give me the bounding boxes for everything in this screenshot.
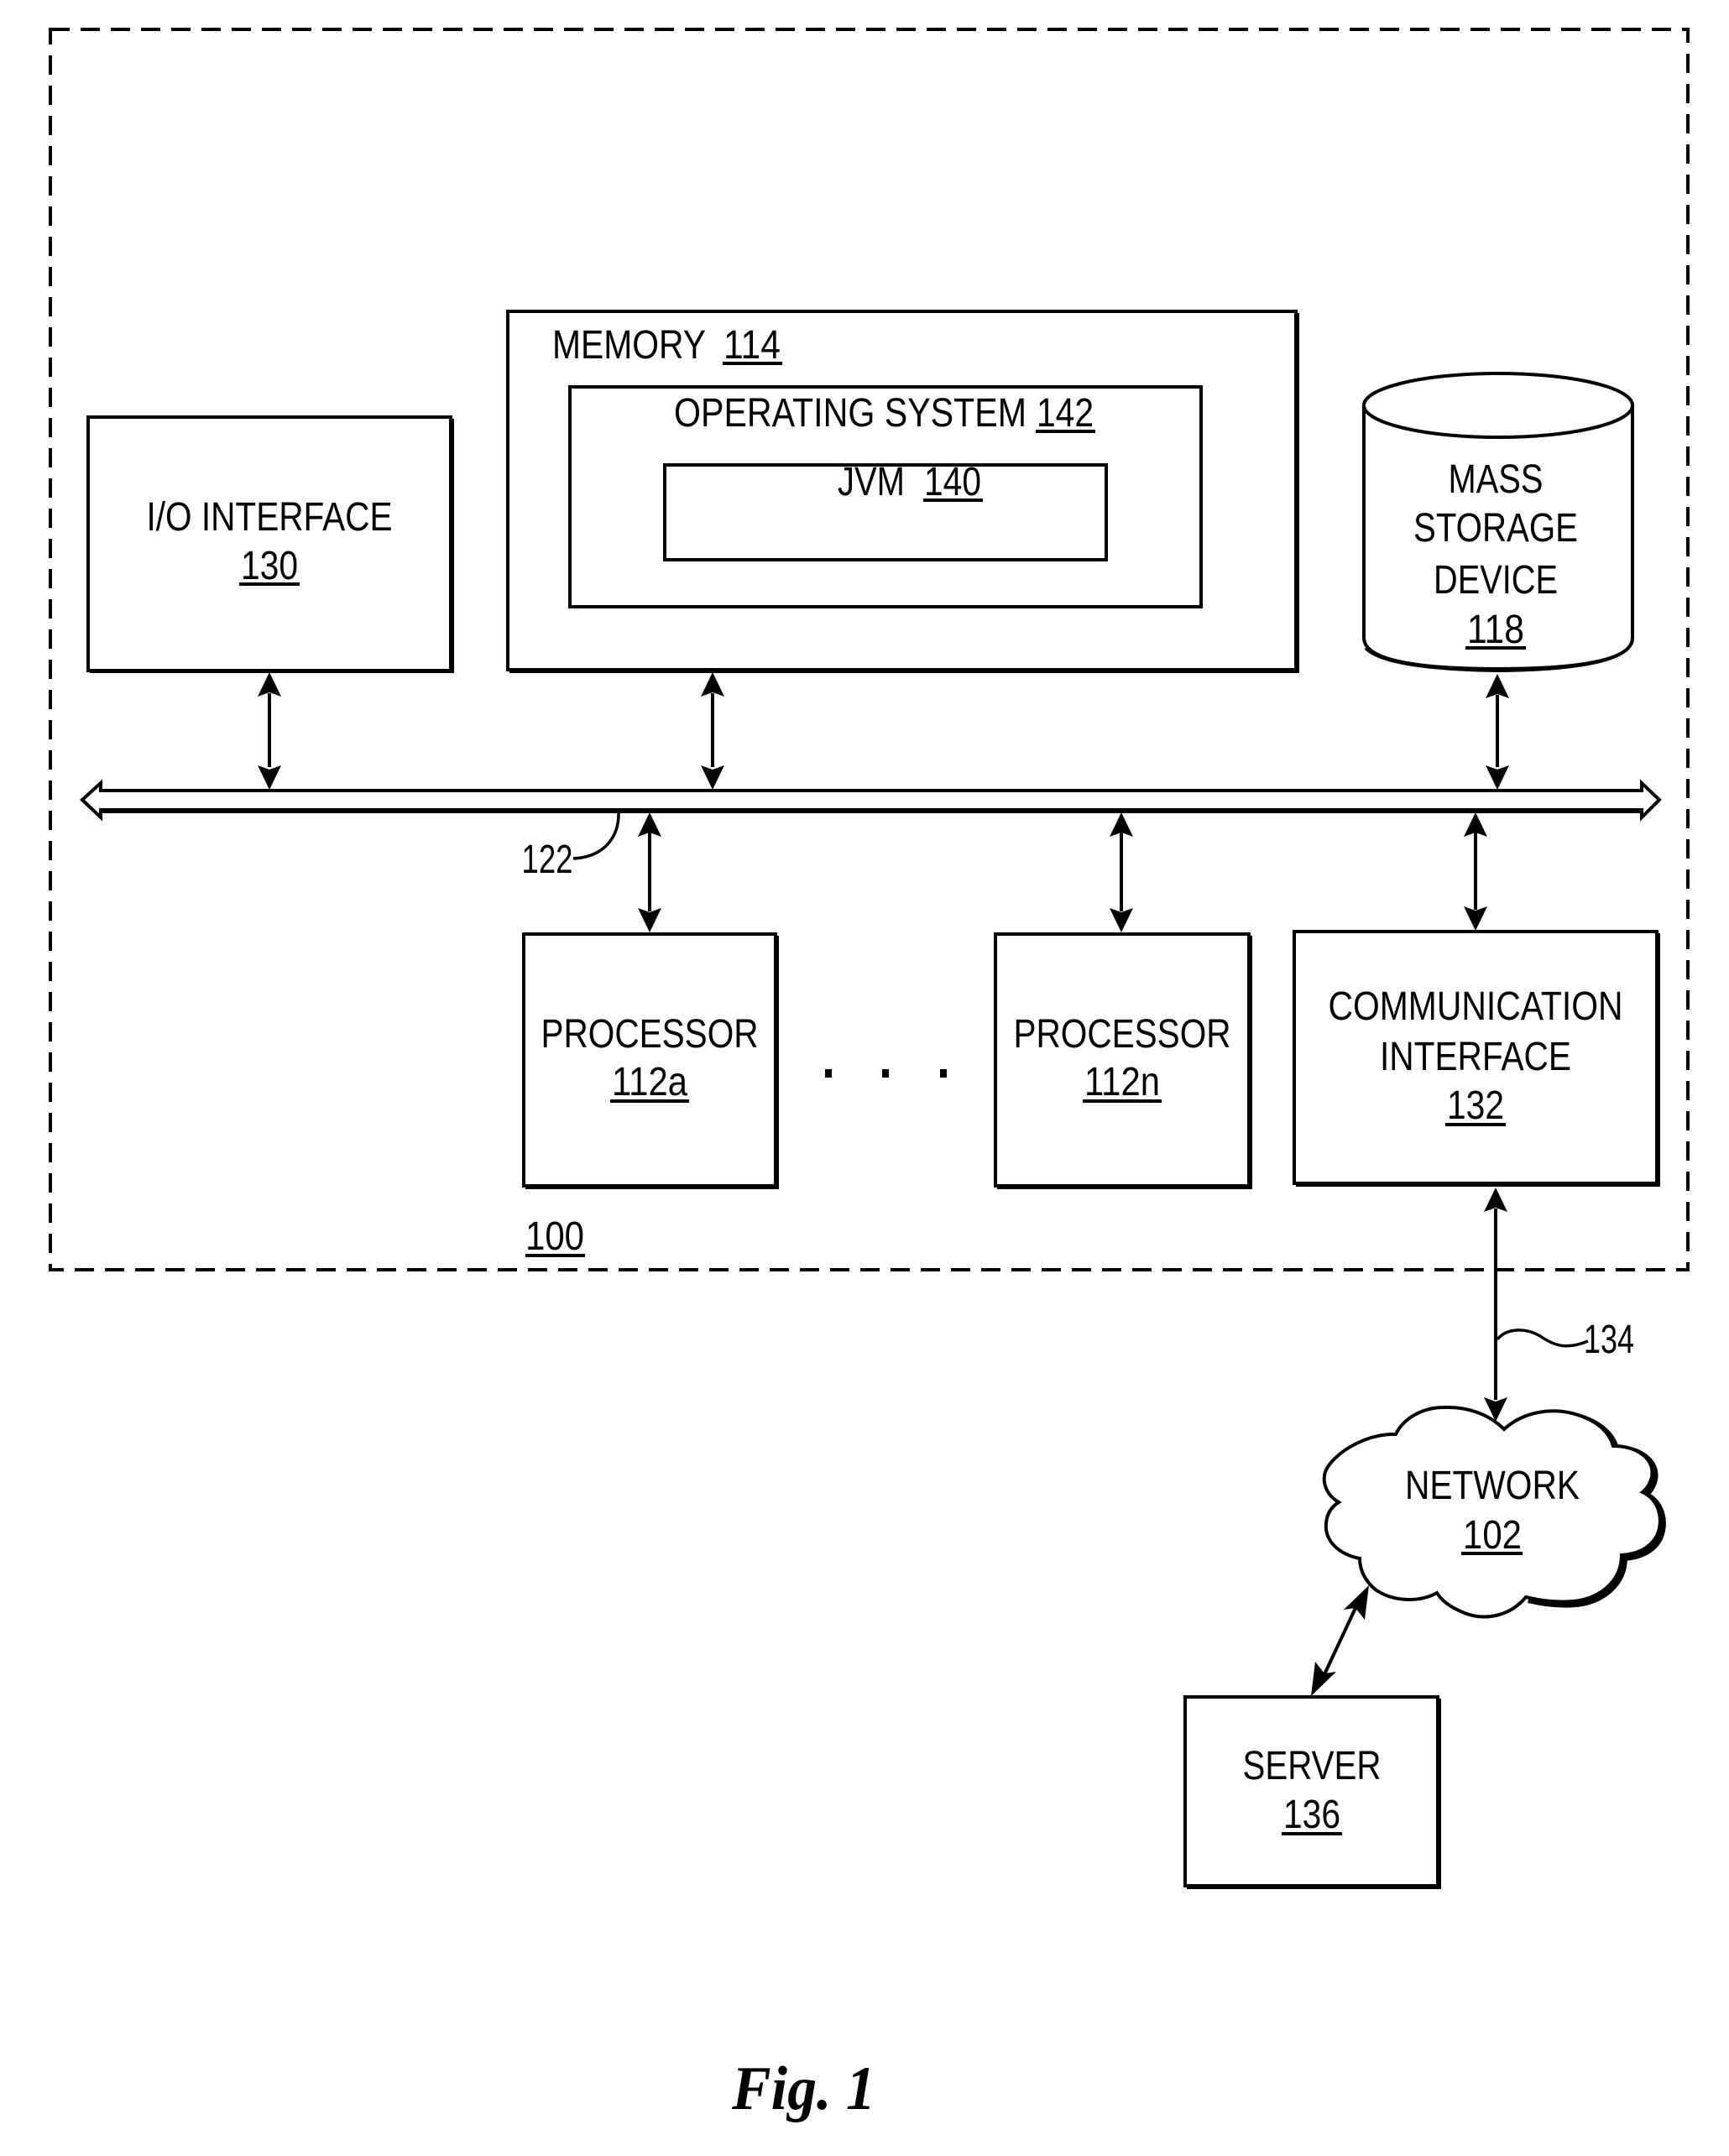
memory-block[interactable]: MEMORY 114 OPERATING SYSTEM 142 JVM 140 bbox=[506, 310, 1299, 673]
system-block-diagram: 100 I/O INTERFACE 130 MEMORY 114 OPERATI… bbox=[49, 28, 1690, 2123]
network-cloud[interactable]: NETWORK 102 bbox=[1322, 1405, 1666, 1619]
network-server-connector bbox=[1311, 1585, 1369, 1696]
link-ref-leader bbox=[1496, 1329, 1589, 1348]
communication-interface-block[interactable]: COMMUNICATION INTERFACE 132 bbox=[1293, 930, 1660, 1187]
processor-n-block[interactable]: PROCESSOR 112n bbox=[994, 932, 1252, 1189]
jvm-label: JVM bbox=[838, 460, 905, 504]
comm-bus-connector bbox=[1464, 812, 1487, 931]
io-bus-connector bbox=[258, 672, 281, 790]
bus-ref-label: 122 bbox=[522, 838, 573, 882]
processor-n-bus-connector bbox=[1110, 812, 1133, 932]
operating-system-label: OPERATING SYSTEM bbox=[674, 391, 1026, 436]
processor-ellipsis bbox=[825, 1069, 947, 1078]
communication-interface-ref: 132 bbox=[1447, 1083, 1504, 1128]
io-interface-label: I/O INTERFACE bbox=[147, 495, 393, 540]
io-interface-ref: 130 bbox=[241, 544, 298, 588]
processor-a-ref: 112a bbox=[612, 1060, 687, 1104]
system-ref-label: 100 bbox=[525, 1214, 584, 1259]
link-ref-label: 134 bbox=[1584, 1318, 1634, 1362]
bus-ref-leader bbox=[572, 811, 620, 860]
processor-a-block[interactable]: PROCESSOR 112a bbox=[522, 932, 779, 1189]
io-interface-block[interactable]: I/O INTERFACE 130 bbox=[86, 415, 454, 673]
jvm-block[interactable]: JVM 140 bbox=[663, 460, 1108, 561]
mass-storage-block[interactable]: MASS STORAGE DEVICE 118 bbox=[1362, 372, 1634, 673]
server-label: SERVER bbox=[1243, 1744, 1382, 1788]
system-bus bbox=[80, 779, 1662, 822]
network-ref: 102 bbox=[1463, 1513, 1522, 1558]
figure-caption: Fig. 1 bbox=[731, 2054, 875, 2123]
memory-bus-connector bbox=[701, 672, 724, 790]
communication-interface-label-line-2: INTERFACE bbox=[1380, 1035, 1571, 1079]
operating-system-block[interactable]: OPERATING SYSTEM 142 JVM 140 bbox=[568, 385, 1203, 608]
memory-ref: 114 bbox=[723, 323, 781, 368]
processor-n-label: PROCESSOR bbox=[1014, 1012, 1231, 1057]
memory-label: MEMORY bbox=[552, 323, 706, 368]
processor-n-ref: 112n bbox=[1084, 1060, 1160, 1104]
jvm-ref: 140 bbox=[924, 460, 981, 504]
processor-a-bus-connector bbox=[638, 812, 661, 932]
processor-a-label: PROCESSOR bbox=[541, 1012, 759, 1057]
mass-storage-label-line-2: STORAGE bbox=[1413, 506, 1578, 551]
server-block[interactable]: SERVER 136 bbox=[1183, 1695, 1441, 1889]
server-ref: 136 bbox=[1283, 1793, 1340, 1837]
communication-interface-label-line-1: COMMUNICATION bbox=[1329, 984, 1623, 1029]
mass-storage-label-line-3: DEVICE bbox=[1434, 558, 1558, 603]
mass-storage-label-line-1: MASS bbox=[1449, 457, 1544, 502]
network-label: NETWORK bbox=[1405, 1464, 1580, 1508]
comm-network-link bbox=[1484, 1188, 1507, 1422]
operating-system-ref: 142 bbox=[1037, 391, 1094, 436]
storage-bus-connector bbox=[1486, 674, 1509, 790]
mass-storage-ref: 118 bbox=[1467, 608, 1524, 652]
